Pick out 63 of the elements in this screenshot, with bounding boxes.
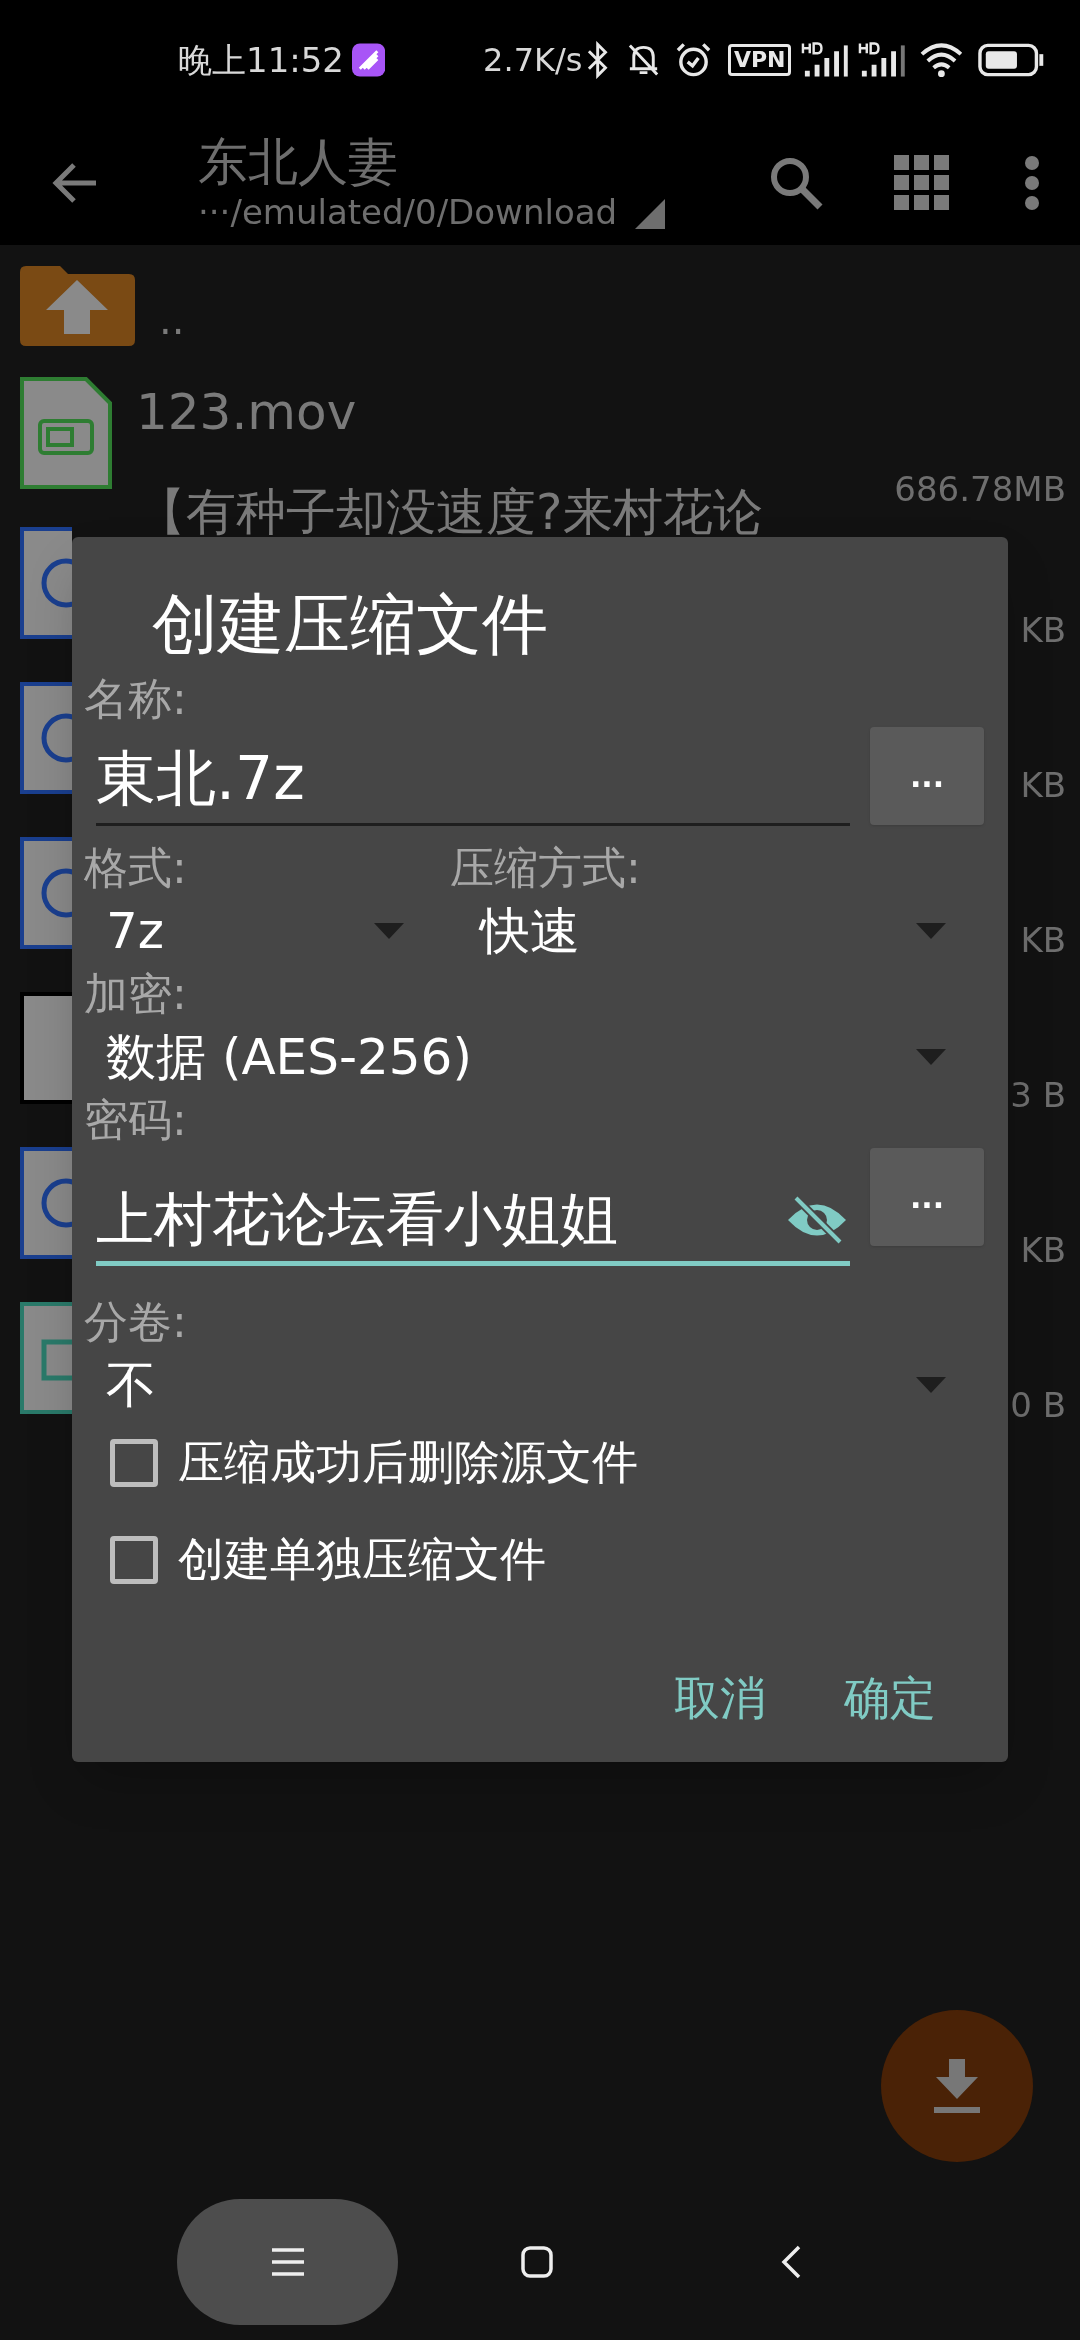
checkbox-label: 创建单独压缩文件 xyxy=(178,1531,546,1588)
back-arrow-icon[interactable] xyxy=(52,162,98,203)
format-dropdown[interactable]: 7z xyxy=(84,894,414,968)
cancel-button[interactable]: 取消 xyxy=(674,1664,766,1733)
folder-title: 东北人妻 xyxy=(198,132,399,191)
menu-icon xyxy=(271,2248,304,2276)
browse-button[interactable]: ... xyxy=(870,727,984,825)
document-file-icon xyxy=(20,681,72,794)
ok-button[interactable]: 确定 xyxy=(844,1664,936,1733)
file-size: 0 B xyxy=(1010,1384,1066,1427)
clock: 晚上11:52 xyxy=(178,38,344,82)
up-folder-icon xyxy=(20,264,135,346)
file-name: 123.mov xyxy=(136,382,357,443)
file-size: 686.78MB xyxy=(894,468,1066,511)
field-label: 加密: xyxy=(84,968,188,1020)
dropdown-caret-icon xyxy=(916,1377,946,1393)
encryption-dropdown[interactable]: 数据 (AES-256) xyxy=(84,1020,956,1094)
dropdown-caret-icon xyxy=(374,923,404,939)
checkbox-label: 压缩成功后删除源文件 xyxy=(178,1434,638,1491)
browse-button[interactable]: ... xyxy=(870,1148,984,1246)
bluetooth-icon xyxy=(586,41,610,79)
file-size: 3 B xyxy=(1010,1074,1066,1117)
field-label: 压缩方式: xyxy=(450,842,641,894)
field-label: 名称: xyxy=(84,673,188,725)
file-name: 【有种子却没速度?来村花论 xyxy=(136,482,763,543)
password-input-field[interactable]: 上村花论坛看小姐姐 xyxy=(96,1178,850,1266)
grid-view-icon[interactable] xyxy=(894,154,950,211)
field-label: 分卷: xyxy=(84,1296,188,1348)
video-file-icon xyxy=(20,376,112,489)
cellular-signal-icon xyxy=(858,41,905,79)
dropdown-caret-icon xyxy=(916,1049,946,1065)
method-dropdown[interactable]: 快速 xyxy=(458,894,956,968)
battery-icon xyxy=(977,43,1044,77)
file-size: KB xyxy=(1020,1229,1066,1272)
dialog-title: 创建压缩文件 xyxy=(152,585,549,665)
document-file-icon xyxy=(20,526,72,639)
document-file-icon xyxy=(20,1146,72,1259)
file-name: .. xyxy=(159,296,185,345)
cellular-signal-icon xyxy=(801,41,849,79)
file-size: KB xyxy=(1020,764,1066,807)
wifi-icon xyxy=(918,42,964,78)
field-label: 格式: xyxy=(84,842,188,894)
checkbox[interactable] xyxy=(110,1438,158,1487)
eye-off-icon[interactable] xyxy=(786,1194,848,1245)
dropdown-caret-icon xyxy=(916,923,946,939)
split-dropdown[interactable]: 不 xyxy=(84,1348,956,1422)
more-options-icon[interactable] xyxy=(1024,154,1040,211)
document-file-icon xyxy=(20,836,72,949)
download-icon xyxy=(934,2059,980,2113)
vpn-badge: VPN xyxy=(727,44,792,76)
alarm-icon xyxy=(674,41,712,79)
image-file-icon xyxy=(20,1301,72,1414)
home-square-icon[interactable] xyxy=(521,2246,553,2278)
file-size: KB xyxy=(1020,609,1066,652)
corner-triangle-icon[interactable] xyxy=(635,198,666,229)
folder-path: ···/emulated/0/Download xyxy=(198,190,618,233)
back-chevron-icon[interactable] xyxy=(781,2245,801,2279)
network-speed: 2.7K/s xyxy=(483,40,583,81)
field-label: 密码: xyxy=(84,1094,188,1146)
checkbox[interactable] xyxy=(110,1535,158,1584)
app-notification-icon xyxy=(352,43,386,77)
file-size: KB xyxy=(1020,919,1066,962)
name-input-field[interactable]: 東北.7z xyxy=(96,733,850,826)
